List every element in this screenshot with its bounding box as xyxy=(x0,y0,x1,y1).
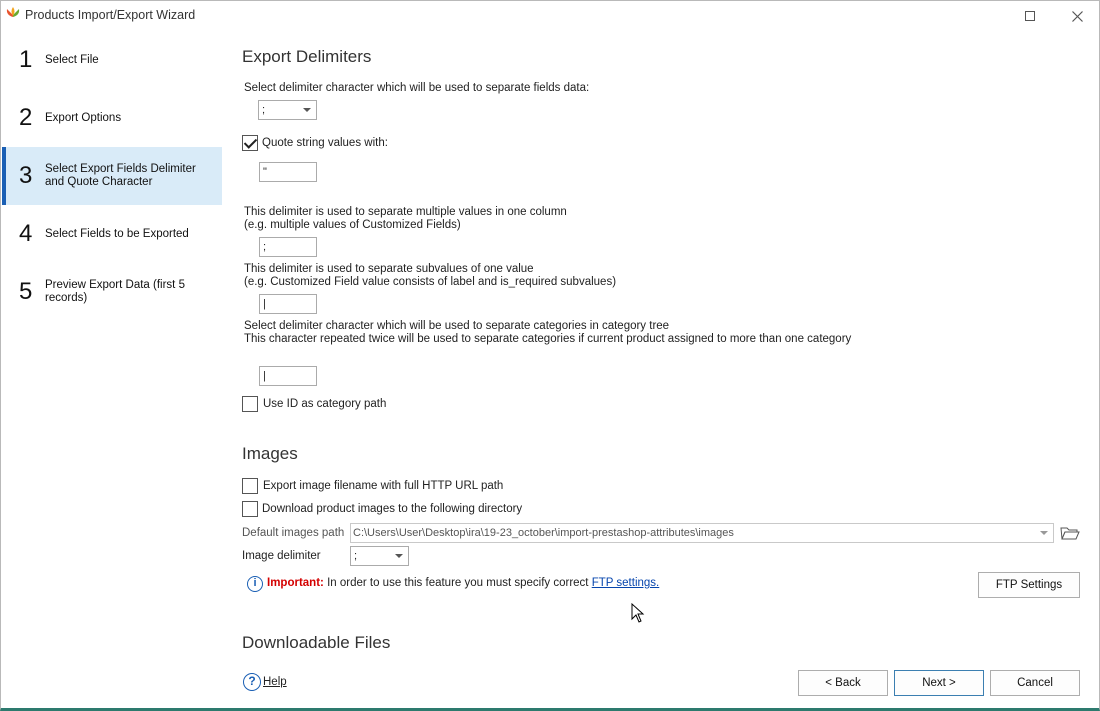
subvalue-label-2: (e.g. Customized Field value consists of… xyxy=(244,276,617,288)
help-link[interactable]: Help xyxy=(263,676,287,689)
step-preview[interactable]: 5 Preview Export Data (first 5 records) xyxy=(2,263,222,321)
default-path-label: Default images path xyxy=(242,527,345,539)
window-title: Products Import/Export Wizard xyxy=(25,8,196,22)
info-icon: i xyxy=(247,576,263,592)
step-label: Preview Export Data (first 5 records) xyxy=(45,279,185,304)
export-full-url-label: Export image filename with full HTTP URL… xyxy=(263,480,504,492)
cancel-button[interactable]: Cancel xyxy=(990,670,1080,696)
multi-value-label-2: (e.g. multiple values of Customized Fiel… xyxy=(244,219,461,231)
use-id-checkbox[interactable] xyxy=(242,396,258,412)
step-number: 5 xyxy=(19,278,33,305)
app-logo-icon xyxy=(6,7,20,23)
download-images-checkbox[interactable] xyxy=(242,501,258,517)
image-delimiter-select[interactable]: ; xyxy=(350,546,409,566)
wizard-steps-sidebar: 1 Select File 2 Export Options 3 Select … xyxy=(2,31,222,331)
maximize-icon xyxy=(1025,11,1035,21)
field-delimiter-value: ; xyxy=(262,104,266,116)
step-delimiters[interactable]: 3 Select Export Fields Delimiter and Quo… xyxy=(2,147,222,205)
close-button[interactable] xyxy=(1054,1,1100,31)
folder-open-icon[interactable] xyxy=(1059,523,1081,543)
chevron-down-icon xyxy=(303,108,311,112)
quote-checkbox[interactable] xyxy=(242,135,258,151)
quote-character-input[interactable]: " xyxy=(259,162,317,182)
category-label-2: This character repeated twice will be us… xyxy=(244,333,852,345)
ftp-settings-button[interactable]: FTP Settings xyxy=(978,572,1080,598)
multi-value-label-1: This delimiter is used to separate multi… xyxy=(244,206,567,218)
step-number: 2 xyxy=(19,104,33,131)
help-icon[interactable]: ? xyxy=(243,673,261,691)
wizard-window: Products Import/Export Wizard 1 Select F… xyxy=(0,0,1100,711)
back-button[interactable]: < Back xyxy=(798,670,888,696)
mouse-cursor-icon xyxy=(631,603,645,623)
field-delimiter-label: Select delimiter character which will be… xyxy=(244,82,590,94)
category-label-1: Select delimiter character which will be… xyxy=(244,320,670,332)
step-select-file[interactable]: 1 Select File xyxy=(2,31,222,89)
close-icon xyxy=(1071,10,1083,22)
important-label: Important: xyxy=(267,577,324,589)
step-number: 1 xyxy=(19,46,33,73)
field-delimiter-select[interactable]: ; xyxy=(258,100,317,120)
download-images-label: Download product images to the following… xyxy=(262,503,523,515)
step-number: 4 xyxy=(19,220,33,247)
maximize-button[interactable] xyxy=(1007,1,1053,31)
multi-value-delimiter-input[interactable]: ; xyxy=(259,237,317,257)
image-delimiter-value: ; xyxy=(354,550,358,562)
use-id-label: Use ID as category path xyxy=(263,398,387,410)
chevron-down-icon xyxy=(1040,531,1048,535)
chevron-down-icon xyxy=(395,554,403,558)
important-text: In order to use this feature you must sp… xyxy=(327,577,589,589)
next-button[interactable]: Next > xyxy=(894,670,984,696)
step-label: Select File xyxy=(45,53,99,66)
subvalue-delimiter-input[interactable]: | xyxy=(259,294,317,314)
image-delimiter-label: Image delimiter xyxy=(242,550,321,562)
step-select-fields[interactable]: 4 Select Fields to be Exported xyxy=(2,205,222,263)
default-path-value: C:\Users\User\Desktop\ira\19-23_october\… xyxy=(353,527,734,539)
default-path-input[interactable]: C:\Users\User\Desktop\ira\19-23_october\… xyxy=(350,523,1054,543)
title-bar: Products Import/Export Wizard xyxy=(1,1,1099,31)
subvalue-label-1: This delimiter is used to separate subva… xyxy=(244,263,534,275)
step-label: Export Options xyxy=(45,111,122,124)
step-export-options[interactable]: 2 Export Options xyxy=(2,89,222,147)
section-title-images: Images xyxy=(242,444,298,463)
step-label: Select Export Fields Delimiter and Quote… xyxy=(45,163,196,188)
step-number: 3 xyxy=(19,162,33,189)
category-delimiter-input[interactable]: | xyxy=(259,366,317,386)
step-label: Select Fields to be Exported xyxy=(45,227,189,240)
export-full-url-checkbox[interactable] xyxy=(242,478,258,494)
ftp-settings-link[interactable]: FTP settings. xyxy=(592,577,660,589)
quote-checkbox-label: Quote string values with: xyxy=(262,137,388,149)
section-title-export-delimiters: Export Delimiters xyxy=(242,47,372,66)
important-note: Important: In order to use this feature … xyxy=(267,577,659,590)
section-title-downloadable-files: Downloadable Files xyxy=(242,633,391,652)
